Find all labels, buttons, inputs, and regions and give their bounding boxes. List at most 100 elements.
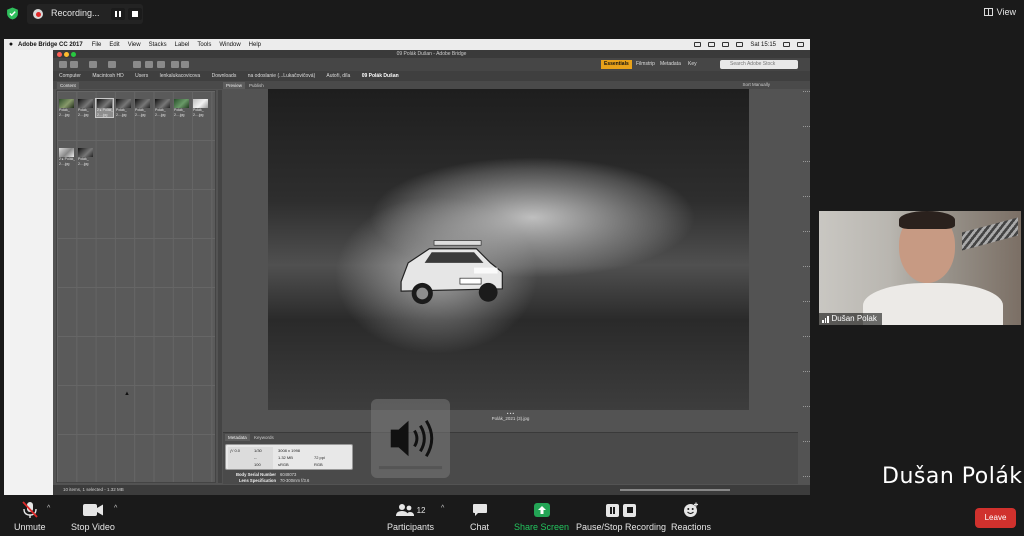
pause-icon bbox=[115, 11, 121, 17]
bluetooth-icon[interactable] bbox=[708, 42, 716, 47]
menu-tools[interactable]: Tools bbox=[197, 42, 211, 48]
thumbnail[interactable]: Polák_ 2....jpg bbox=[58, 99, 75, 117]
share-screen-icon bbox=[533, 503, 550, 517]
wifi-icon[interactable] bbox=[722, 42, 730, 47]
participants-button[interactable]: 12 Participants bbox=[387, 500, 434, 532]
mac-status-area: Sat 15:15 bbox=[694, 39, 804, 50]
thumbnail[interactable]: Polák_ 2....jpg bbox=[192, 99, 209, 117]
path-bar: Computer Macintosh HD Users lenkalukacov… bbox=[53, 71, 810, 81]
workspace-key[interactable]: Key bbox=[685, 60, 700, 69]
forward-icon[interactable] bbox=[70, 61, 78, 68]
stop-video-button[interactable]: Stop Video bbox=[71, 500, 115, 532]
menu-edit[interactable]: Edit bbox=[109, 42, 119, 48]
back-icon[interactable] bbox=[59, 61, 67, 68]
participant-tile-name: Dušan Polak bbox=[831, 314, 877, 323]
thumbnail-selected[interactable]: 2 ▸ Polák_ 2....jpg bbox=[95, 98, 114, 118]
workspace-filmstrip[interactable]: Filmstrip bbox=[633, 60, 658, 69]
minimize-window-icon[interactable] bbox=[64, 52, 69, 57]
pause-recording-button[interactable] bbox=[111, 8, 125, 20]
thumbnail[interactable]: Polák_ 2....jpg bbox=[77, 99, 94, 117]
signal-strength-icon bbox=[822, 315, 829, 323]
stop-recording-button[interactable] bbox=[128, 8, 142, 20]
share-screen-button[interactable]: Share Screen bbox=[514, 500, 569, 532]
video-options-caret-icon[interactable]: ^ bbox=[114, 505, 117, 512]
thumbnail[interactable]: Polák_ 2....jpg bbox=[134, 99, 151, 117]
sort-manually-dropdown[interactable]: Sort Manually bbox=[742, 81, 770, 89]
thumbnail[interactable]: Polák_ 2....jpg bbox=[77, 148, 94, 166]
zoom-window-icon[interactable] bbox=[71, 52, 76, 57]
adobe-stock-search-input[interactable]: Search Adobe Stock bbox=[720, 60, 798, 69]
leave-meeting-button[interactable]: Leave bbox=[975, 508, 1016, 528]
pause-stop-recording-button[interactable]: Pause/Stop Recording bbox=[576, 500, 666, 532]
close-window-icon[interactable] bbox=[57, 52, 62, 57]
muted-microphone-icon bbox=[22, 501, 38, 518]
rotate-right-icon[interactable] bbox=[181, 61, 189, 68]
workspace-essentials[interactable]: Essentials bbox=[601, 60, 632, 69]
open-in-camera-raw-icon[interactable] bbox=[157, 61, 165, 68]
thumbnail-image bbox=[59, 99, 74, 108]
dimensions-value: 3008 x 1998 bbox=[278, 448, 301, 453]
time-machine-icon[interactable] bbox=[694, 42, 702, 47]
ppi-value: 72 ppi bbox=[314, 455, 325, 460]
tab-metadata[interactable]: Metadata bbox=[225, 434, 250, 441]
tab-publish[interactable]: Publish bbox=[246, 82, 267, 89]
workspace-metadata[interactable]: Metadata bbox=[657, 60, 684, 69]
path-item[interactable]: na odoslanie (...Lukačovičová) bbox=[248, 73, 316, 79]
path-item[interactable]: Downloads bbox=[212, 73, 237, 79]
panel-splitter[interactable] bbox=[218, 90, 222, 483]
menu-window[interactable]: Window bbox=[219, 42, 240, 48]
apple-menu-icon[interactable]: ● bbox=[4, 41, 18, 48]
path-item[interactable]: Autoři, díla bbox=[326, 73, 350, 79]
chat-bubble-icon bbox=[472, 504, 487, 516]
tab-preview[interactable]: Preview bbox=[223, 82, 246, 89]
unmute-button[interactable]: Unmute bbox=[14, 500, 46, 532]
path-item-current[interactable]: 09 Polák Dušan bbox=[362, 73, 399, 79]
notification-center-icon[interactable] bbox=[797, 42, 804, 47]
thumbnail-image bbox=[97, 99, 112, 108]
thumbnail-image bbox=[155, 99, 170, 108]
rotate-left-icon[interactable] bbox=[171, 61, 179, 68]
thumbnail[interactable]: Polák_ 2....jpg bbox=[115, 99, 132, 117]
tab-keywords[interactable]: Keywords bbox=[251, 434, 277, 441]
mac-clock[interactable]: Sat 15:15 bbox=[750, 42, 776, 48]
menu-help[interactable]: Help bbox=[249, 42, 261, 48]
menu-label[interactable]: Label bbox=[175, 42, 190, 48]
encryption-shield-icon[interactable] bbox=[6, 7, 19, 20]
spotlight-icon[interactable] bbox=[783, 42, 790, 47]
thumbnail-image bbox=[59, 148, 74, 157]
view-button[interactable]: View bbox=[983, 7, 1016, 17]
path-item[interactable]: Macintosh HD bbox=[92, 73, 123, 79]
boomerang-icon[interactable] bbox=[108, 61, 116, 68]
thumbnail-size-slider[interactable] bbox=[620, 489, 730, 491]
thumbnail-caption-2: 2....jpg bbox=[78, 161, 89, 166]
path-item[interactable]: Computer bbox=[59, 73, 81, 79]
thumbnail-caption-2: 2....jpg bbox=[78, 112, 89, 117]
reactions-button[interactable]: Reactions bbox=[671, 500, 711, 532]
tab-content[interactable]: Content bbox=[57, 82, 79, 89]
thumbnail[interactable]: 2 ▸ Polák_ 2....jpg bbox=[58, 148, 75, 166]
refine-icon[interactable] bbox=[145, 61, 153, 68]
status-text: 10 items, 1 selected - 1.32 MB bbox=[63, 487, 124, 492]
camera-download-icon[interactable] bbox=[133, 61, 141, 68]
audio-options-caret-icon[interactable]: ^ bbox=[47, 505, 50, 512]
recent-folders-icon[interactable] bbox=[89, 61, 97, 68]
preview-image[interactable] bbox=[268, 89, 749, 410]
menu-app-name[interactable]: Adobe Bridge CC 2017 bbox=[18, 42, 83, 48]
speaker-volume-icon bbox=[378, 419, 443, 470]
participants-options-caret-icon[interactable]: ^ bbox=[441, 505, 444, 512]
menu-view[interactable]: View bbox=[128, 42, 141, 48]
bridge-window-title: 09 Polák Dušan - Adobe Bridge bbox=[396, 51, 467, 57]
thumbnail-caption-2: 2....jpg bbox=[97, 112, 108, 117]
menu-file[interactable]: File bbox=[92, 42, 102, 48]
thumbnail[interactable]: Polák_ 2....jpg bbox=[154, 99, 171, 117]
path-item[interactable]: lenkalukacovicova bbox=[160, 73, 201, 79]
participant-video-tile[interactable]: Dušan Polak bbox=[819, 211, 1021, 325]
background-shelf bbox=[962, 217, 1018, 251]
mouse-cursor-icon: ▲ bbox=[124, 391, 130, 397]
chat-button[interactable]: Chat bbox=[470, 500, 489, 532]
menu-stacks[interactable]: Stacks bbox=[149, 42, 167, 48]
thumbnail[interactable]: Polák_ 2....jpg bbox=[173, 99, 190, 117]
thumbnail-image bbox=[174, 99, 189, 108]
path-item[interactable]: Users bbox=[135, 73, 148, 79]
battery-icon[interactable] bbox=[736, 42, 744, 47]
